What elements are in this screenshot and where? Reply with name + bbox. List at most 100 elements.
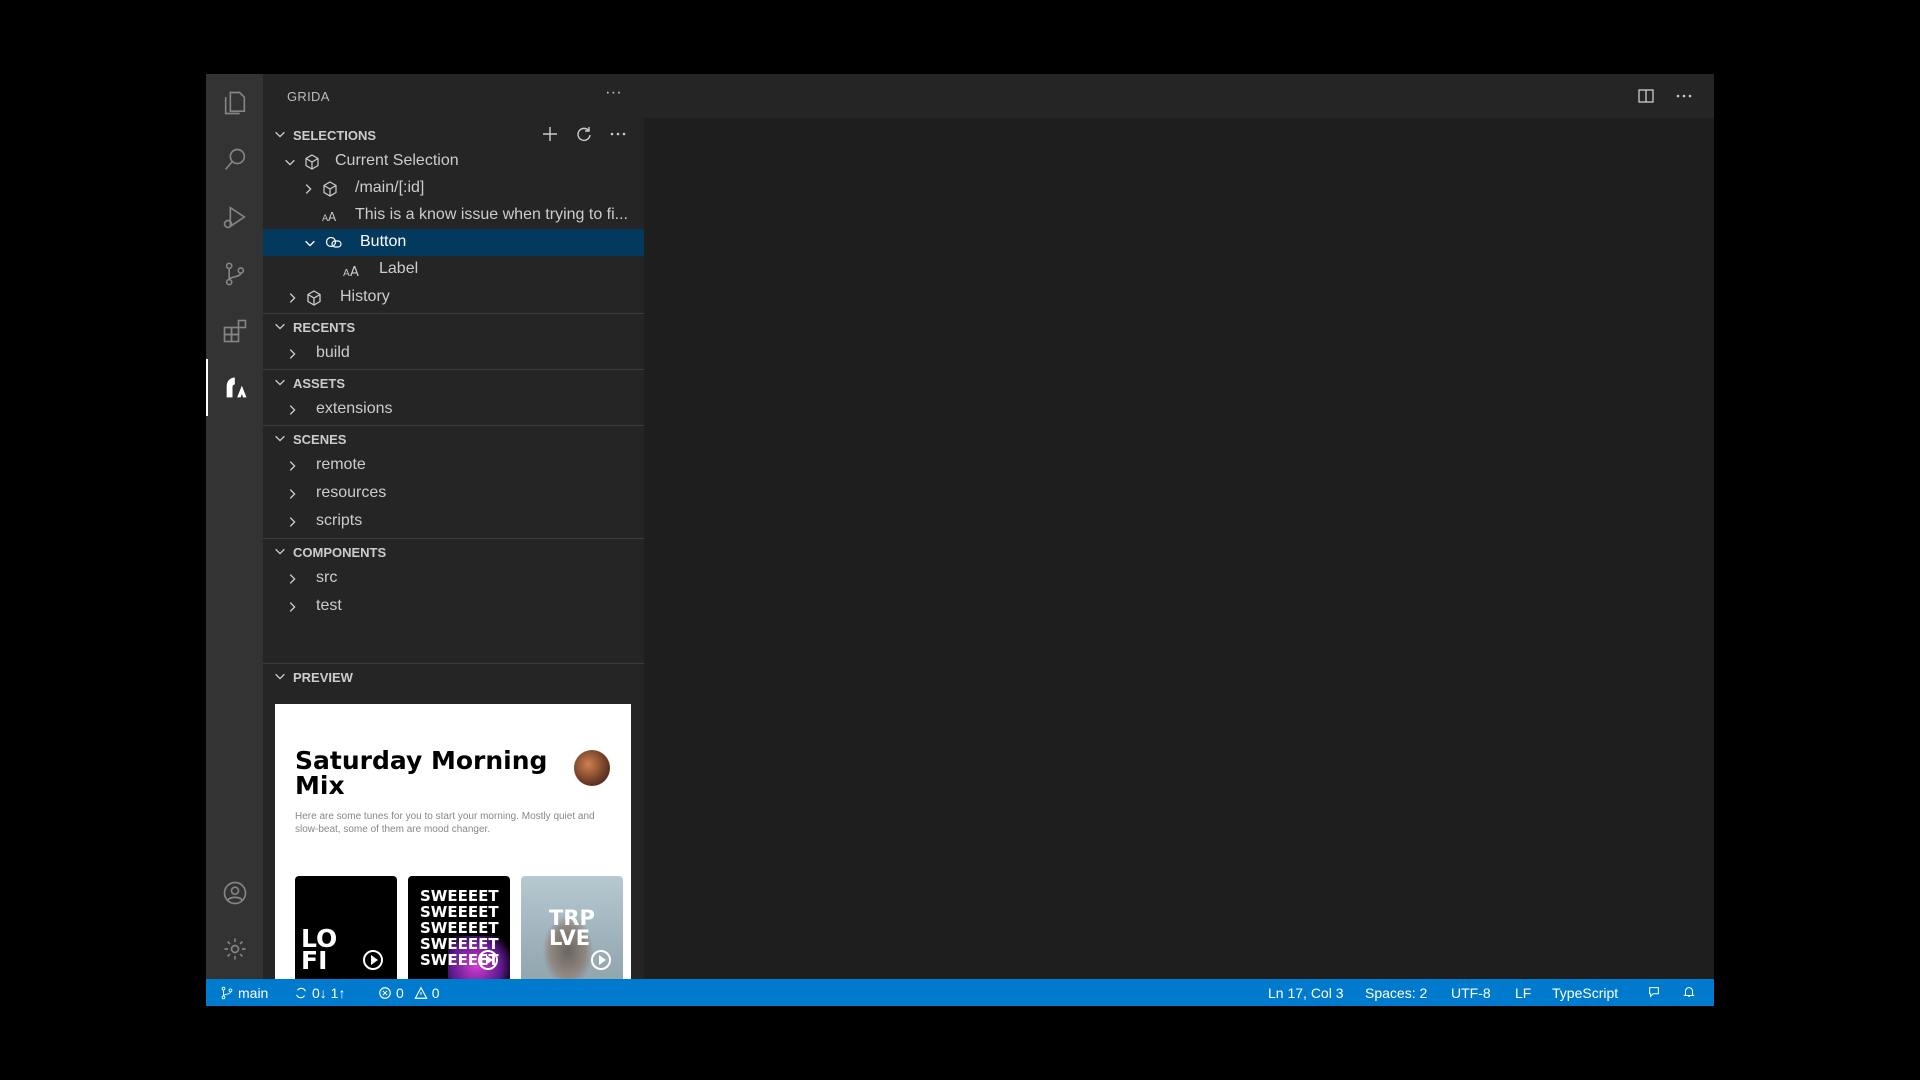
chevron-right-icon bbox=[305, 184, 312, 194]
section-components-header[interactable]: COMPONENTS bbox=[263, 538, 644, 564]
section-preview-header[interactable]: PREVIEW bbox=[263, 663, 644, 689]
tree-item-history[interactable]: History bbox=[263, 284, 644, 311]
language-mode[interactable]: TypeScript bbox=[1552, 985, 1618, 1001]
add-icon[interactable] bbox=[540, 124, 560, 144]
tree-item-route[interactable]: /main/[:id] bbox=[263, 175, 644, 202]
error-icon bbox=[379, 987, 391, 999]
tree-item-remote[interactable]: remote bbox=[263, 452, 644, 479]
svg-text:A: A bbox=[343, 268, 350, 279]
notifications-button[interactable] bbox=[1682, 985, 1696, 999]
cube-icon bbox=[307, 290, 321, 306]
chevron-down-icon bbox=[285, 159, 295, 166]
tree-item-test[interactable]: test bbox=[263, 593, 644, 620]
avatar bbox=[574, 750, 610, 786]
chevron-right-icon bbox=[289, 293, 296, 303]
settings-gear-icon[interactable] bbox=[206, 920, 263, 977]
error-count: 0 bbox=[396, 985, 404, 1001]
section-label: SELECTIONS bbox=[293, 128, 377, 143]
chevron-right-icon bbox=[289, 349, 296, 359]
chevron-down-icon bbox=[275, 131, 285, 138]
grida-icon[interactable] bbox=[206, 359, 263, 416]
side-bar: GRIDA ··· SELECTIONS Current Selection /… bbox=[263, 74, 644, 979]
run-debug-icon[interactable] bbox=[206, 188, 263, 245]
explorer-icon[interactable] bbox=[206, 74, 263, 131]
preview-card[interactable]: Saturday Morning Mix Here are some tunes… bbox=[275, 704, 631, 979]
encoding[interactable]: UTF-8 bbox=[1451, 985, 1491, 1001]
text-icon: AA bbox=[343, 265, 359, 279]
chevron-down-icon bbox=[275, 323, 285, 330]
playlist-tile-trip[interactable]: TRP LVE bbox=[521, 876, 623, 979]
sidebar-more-button[interactable]: ··· bbox=[605, 84, 622, 102]
chevron-right-icon bbox=[289, 602, 296, 612]
preview-title: Saturday Morning Mix bbox=[295, 746, 548, 800]
svg-text:A: A bbox=[350, 265, 359, 279]
section-assets-header[interactable]: ASSETS bbox=[263, 369, 644, 395]
tree-item-label: /main/[:id] bbox=[355, 179, 425, 196]
play-icon[interactable] bbox=[478, 950, 498, 970]
tile-line: SWEEEET bbox=[420, 903, 499, 921]
branch-indicator[interactable]: main bbox=[220, 985, 268, 1001]
tree-item-button[interactable]: Button bbox=[263, 229, 644, 256]
svg-text:A: A bbox=[328, 210, 337, 224]
indentation[interactable]: Spaces: 2 bbox=[1365, 985, 1427, 1001]
extensions-icon[interactable] bbox=[206, 302, 263, 359]
cube-icon bbox=[305, 154, 319, 170]
section-selections-header[interactable]: SELECTIONS bbox=[263, 122, 644, 148]
chevron-down-icon bbox=[275, 379, 285, 386]
tree-item-extensions[interactable]: extensions bbox=[263, 396, 644, 423]
more-actions-icon[interactable] bbox=[1674, 86, 1694, 106]
tree-item-scripts[interactable]: scripts bbox=[263, 508, 644, 535]
account-icon[interactable] bbox=[206, 864, 263, 921]
tree-item-text[interactable]: AA This is a know issue when trying to f… bbox=[263, 202, 644, 229]
tree-item-label: test bbox=[316, 597, 342, 614]
section-scenes-header[interactable]: SCENES bbox=[263, 425, 644, 451]
tree-item-current-selection[interactable]: Current Selection bbox=[263, 148, 644, 175]
play-icon[interactable] bbox=[363, 950, 383, 970]
chevron-right-icon bbox=[289, 517, 296, 527]
more-icon[interactable] bbox=[608, 124, 628, 144]
activity-bar bbox=[206, 74, 263, 979]
section-recents-header[interactable]: RECENTS bbox=[263, 313, 644, 339]
chevron-right-icon bbox=[289, 489, 296, 499]
tree-item-label-node[interactable]: AA Label bbox=[263, 256, 644, 283]
chevron-right-icon bbox=[289, 405, 296, 415]
refresh-icon[interactable] bbox=[574, 124, 594, 144]
playlist-tile-lofi[interactable]: LO FI bbox=[295, 876, 397, 979]
warning-icon bbox=[414, 986, 428, 999]
section-label: SCENES bbox=[293, 432, 347, 447]
tree-item-label: Label bbox=[379, 260, 419, 277]
sync-status: 0↓ 1↑ bbox=[312, 985, 346, 1001]
section-label: COMPONENTS bbox=[293, 545, 387, 560]
sync-indicator[interactable]: 0↓ 1↑ bbox=[294, 985, 345, 1001]
tree-item-src[interactable]: src bbox=[263, 565, 644, 592]
tree-item-label: remote bbox=[316, 456, 366, 473]
tree-item-label: src bbox=[316, 569, 338, 586]
playlist-tile-sweet[interactable]: SWEEEET SWEEEET SWEEEET SWEEEET SWEEEET bbox=[408, 876, 510, 979]
component-link-icon bbox=[325, 236, 342, 248]
cursor-position[interactable]: Ln 17, Col 3 bbox=[1268, 985, 1344, 1001]
tree-item-label: resources bbox=[316, 484, 387, 501]
tree-item-resources[interactable]: resources bbox=[263, 480, 644, 507]
search-icon[interactable] bbox=[206, 131, 263, 188]
tree-item-build[interactable]: build bbox=[263, 340, 644, 367]
chevron-down-icon bbox=[275, 673, 285, 680]
source-control-icon[interactable] bbox=[206, 245, 263, 302]
tile-title: TRP LVE bbox=[549, 906, 595, 950]
section-label: RECENTS bbox=[293, 320, 356, 335]
play-icon[interactable] bbox=[591, 950, 611, 970]
chevron-down-icon bbox=[275, 548, 285, 555]
branch-name: main bbox=[238, 985, 269, 1001]
tree-item-label: Button bbox=[360, 233, 407, 250]
feedback-icon bbox=[1649, 987, 1659, 998]
bell-icon bbox=[1683, 987, 1695, 997]
end-of-line[interactable]: LF bbox=[1515, 985, 1531, 1001]
feedback-button[interactable] bbox=[1647, 985, 1661, 999]
problems-indicator[interactable]: 0 0 bbox=[378, 985, 440, 1001]
tile-line: SWEEEET bbox=[420, 919, 499, 937]
sync-icon bbox=[296, 987, 306, 999]
tree-item-label: This is a know issue when trying to fi..… bbox=[355, 206, 628, 223]
tree-item-label: scripts bbox=[316, 512, 363, 529]
text-icon: AA bbox=[322, 210, 337, 224]
selections-actions bbox=[540, 124, 628, 144]
split-editor-icon[interactable] bbox=[1636, 86, 1656, 106]
